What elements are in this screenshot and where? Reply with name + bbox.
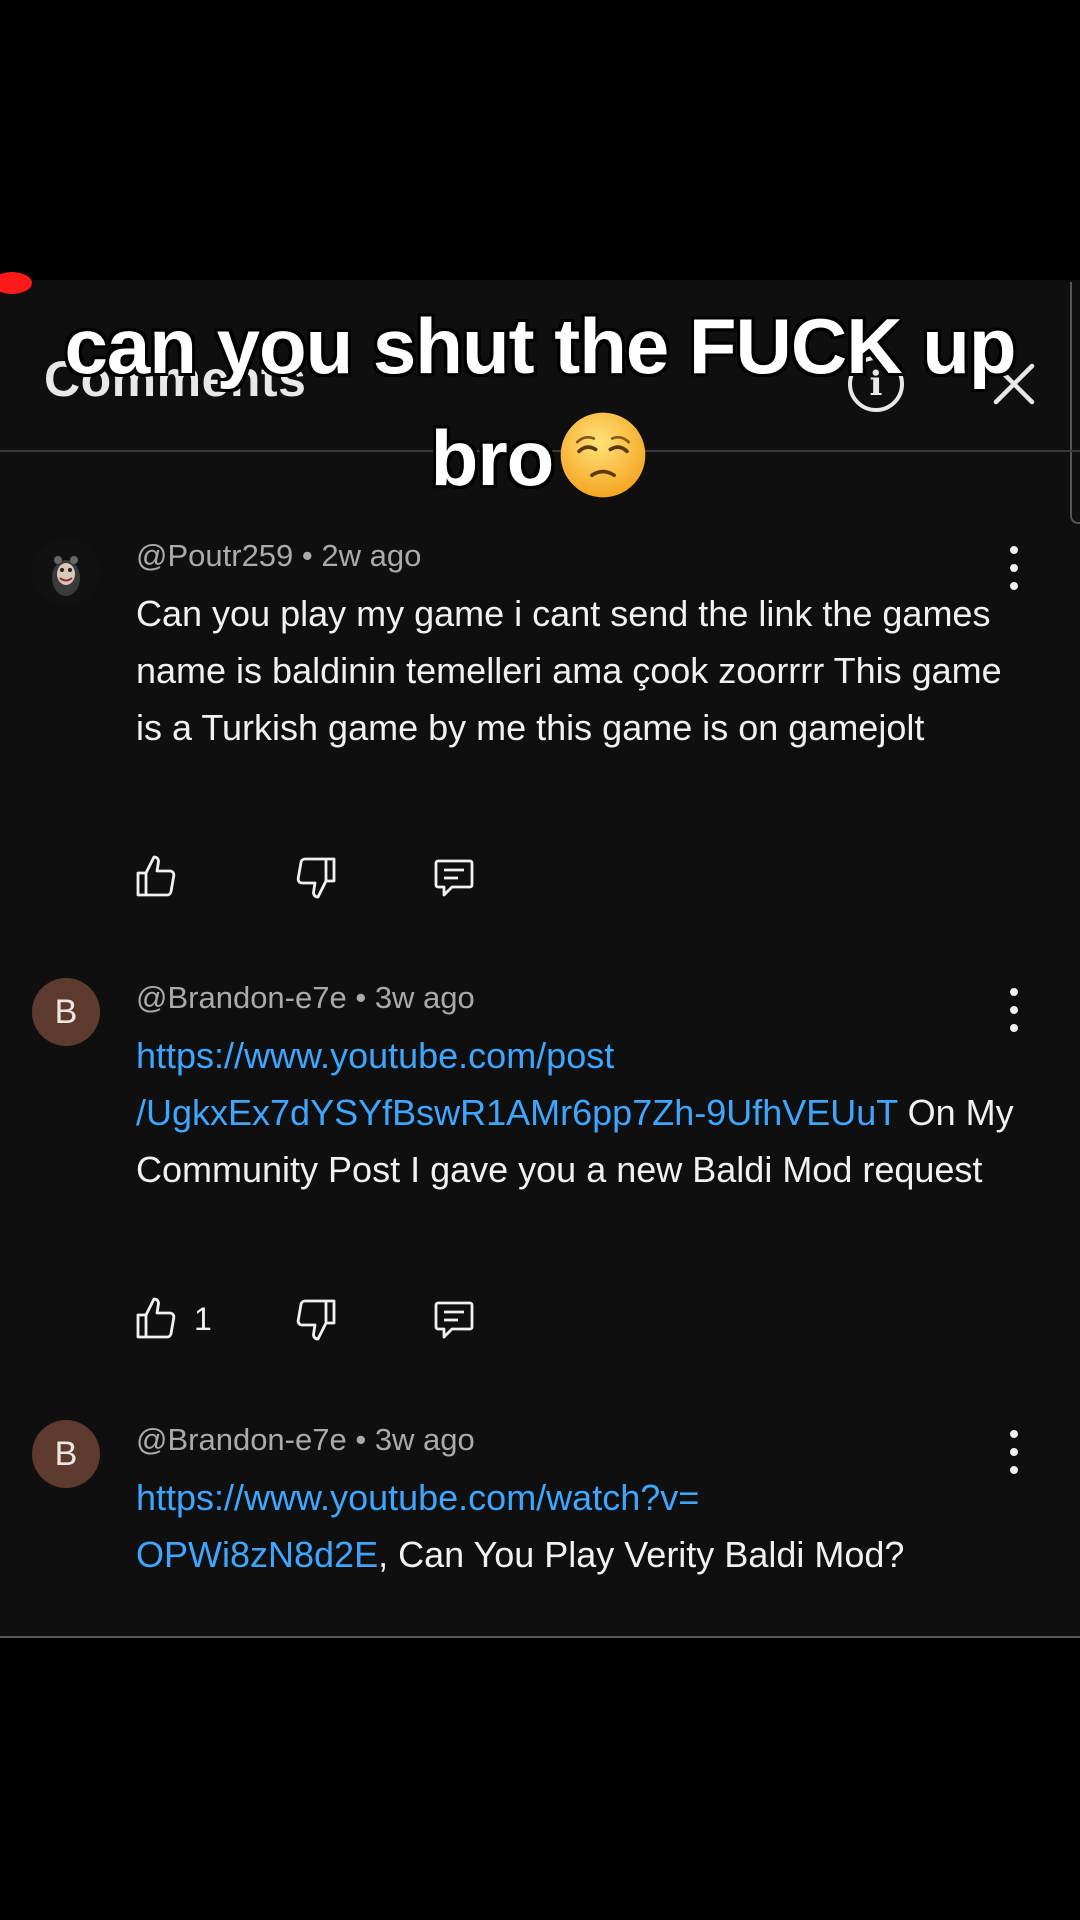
comment-actions: 1 (132, 1294, 632, 1344)
video-caption: can you shut the FUCK up bro (40, 290, 1040, 514)
reply-button[interactable] (430, 1294, 478, 1344)
like-button[interactable]: 1 (132, 1294, 212, 1344)
comment-time: 2w ago (321, 538, 422, 573)
comment-link[interactable]: https://www.youtube.com/watch?v= (136, 1477, 699, 1518)
avatar[interactable]: B (32, 1420, 100, 1488)
avatar[interactable] (32, 538, 100, 606)
caption-line-1: can you shut the FUCK up (64, 302, 1017, 390)
like-button[interactable] (132, 852, 194, 902)
scrollbar[interactable] (1070, 282, 1080, 524)
comment-author[interactable]: @Brandon-e7e (136, 980, 347, 1015)
meta-separator: • (346, 1422, 375, 1457)
comment-link[interactable]: https://www.youtube.com/post (136, 1035, 614, 1076)
panel-bottom-edge (0, 1636, 1080, 1638)
comment-text: https://www.youtube.com/watch?v= OPWi8zN8… (136, 1469, 1016, 1583)
avatar[interactable]: B (32, 978, 100, 1046)
caption-line-2: bro (40, 402, 1040, 514)
more-vert-icon[interactable] (1000, 1430, 1028, 1474)
comment-author[interactable]: @Brandon-e7e (136, 1422, 347, 1457)
like-count: 1 (194, 1300, 212, 1337)
more-vert-icon[interactable] (1000, 546, 1028, 590)
thumb-up-icon (136, 1297, 176, 1339)
comment-link[interactable]: OPWi8zN8d2E (136, 1534, 378, 1575)
meta-separator: • (346, 980, 375, 1015)
comment-text: https://www.youtube.com/post/UgkxEx7dYSY… (136, 1027, 1016, 1198)
caption-line-2-text: bro (430, 414, 555, 502)
reply-button[interactable] (430, 852, 478, 902)
comment-time: 3w ago (374, 980, 475, 1015)
comment-text-body: , Can You Play Verity Baldi Mod? (378, 1534, 905, 1575)
reply-icon (434, 859, 474, 897)
comment-text: Can you play my game i cant send the lin… (136, 593, 1002, 748)
meta-separator: • (293, 538, 322, 573)
comment-meta: @Brandon-e7e • 3w ago (136, 1422, 475, 1458)
comment-link[interactable]: /UgkxEx7dYSYfBswR1AMr6pp7Zh-9UfhVEUuT (136, 1092, 898, 1133)
thumb-up-icon (136, 855, 176, 897)
unamused-face-emoji (561, 412, 646, 498)
comment-meta: @Poutr259 • 2w ago (136, 538, 421, 574)
dislike-button[interactable] (292, 852, 340, 902)
comment-author[interactable]: @Poutr259 (136, 538, 293, 573)
thumb-down-icon (296, 1299, 336, 1341)
comment-time: 3w ago (374, 1422, 475, 1457)
reply-icon (434, 1301, 474, 1339)
comment-meta: @Brandon-e7e • 3w ago (136, 980, 475, 1016)
thumb-down-icon (296, 857, 336, 899)
dislike-button[interactable] (292, 1294, 340, 1344)
more-vert-icon[interactable] (1000, 988, 1028, 1032)
comment-actions (132, 852, 632, 902)
avatar-image (32, 538, 100, 606)
